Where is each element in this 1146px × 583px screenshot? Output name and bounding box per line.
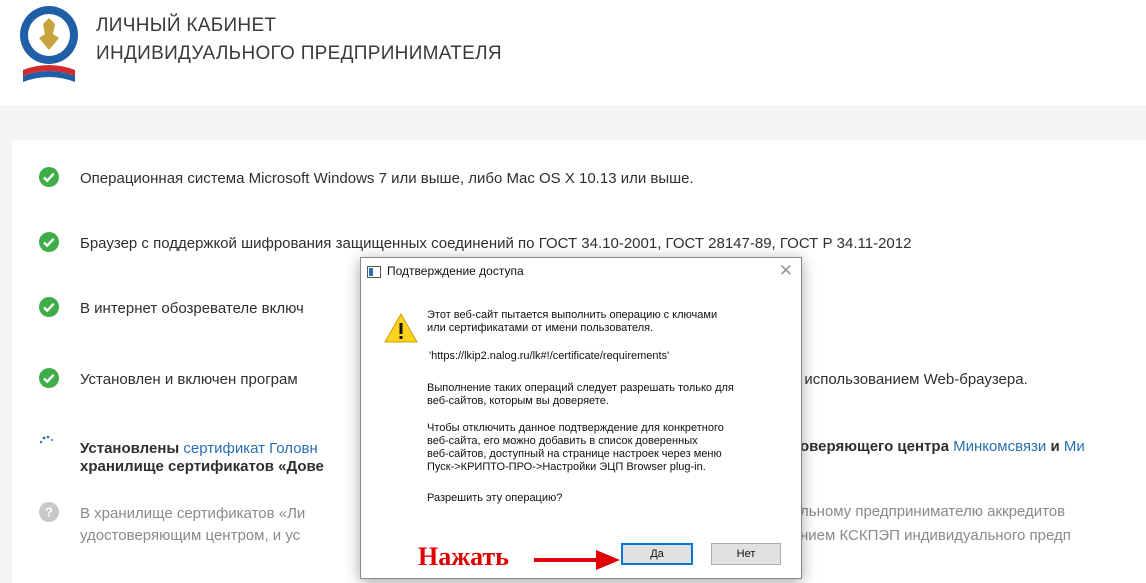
press-annotation-label: Нажать [418,542,509,571]
close-icon[interactable]: ✕ [779,261,793,281]
requirement-text: В интернет обозревателе включ [80,300,304,317]
no-button[interactable]: Нет [711,543,781,565]
fns-emblem-logo [20,6,78,82]
dialog-url: 'https://lkip2.nalog.ru/lk#!/certificate… [429,350,670,362]
dialog-titlebar[interactable]: Подтверждение доступа ✕ [361,258,801,286]
warning-icon [384,312,418,343]
requirement-text: В хранилище сертификатов «Ли [80,505,306,522]
certificate-link[interactable]: сертификат Головн [183,440,317,457]
check-circle-icon [39,297,59,317]
dialog-title: Подтверждение доступа [387,264,524,278]
title-line-2: ИНДИВИДУАЛЬНОГО ПРЕДПРИНИМАТЕЛЯ [96,43,502,64]
truncated-link[interactable]: Ми [1064,438,1085,455]
loading-spinner-icon [39,435,54,444]
dialog-message: Этот веб-сайт пытается выполнить операци… [427,309,718,334]
check-circle-icon [39,167,59,187]
dialog-warning-text: Выполнение таких операций следует разреш… [427,382,734,407]
dialog-instructions: Чтобы отключить данное подтверждение для… [427,422,724,473]
yes-button[interactable]: Да [621,543,693,565]
window-app-icon [367,266,381,278]
dialog-question: Разрешить эту операцию? [427,492,563,504]
requirement-text-line2: хранилище сертификатов «Дове [80,458,324,475]
svg-text:?: ? [45,505,53,520]
check-circle-icon [39,368,59,388]
requirement-text-right: льному предпринимателю аккредитов [800,503,1066,520]
requirement-text-line2: удостоверяющим центром, и ус [80,527,301,544]
header: ЛИЧНЫЙ КАБИНЕТ ИНДИВИДУАЛЬНОГО ПРЕДПРИНИ… [0,0,1146,105]
access-confirmation-dialog: Подтверждение доступа ✕ Этот веб-сайт пы… [360,257,802,579]
requirement-text: Браузер с поддержкой шифрования защищенн… [80,235,912,252]
red-arrow-icon [534,550,620,570]
requirement-text-right-line2: нием КСКПЭП индивидуального предп [800,527,1071,544]
requirement-text-right: оверяющего центра Минкомсвязи и Ми [800,438,1085,455]
question-circle-icon: ? [39,502,59,522]
minkomsvyazi-link[interactable]: Минкомсвязи [953,438,1046,455]
requirement-text-left: Установлен и включен програм [80,371,298,388]
page-title: ЛИЧНЫЙ КАБИНЕТ ИНДИВИДУАЛЬНОГО ПРЕДПРИНИ… [96,12,502,68]
requirement-text: Операционная система Microsoft Windows 7… [80,170,694,187]
check-circle-icon [39,232,59,252]
title-line-1: ЛИЧНЫЙ КАБИНЕТ [96,15,277,36]
